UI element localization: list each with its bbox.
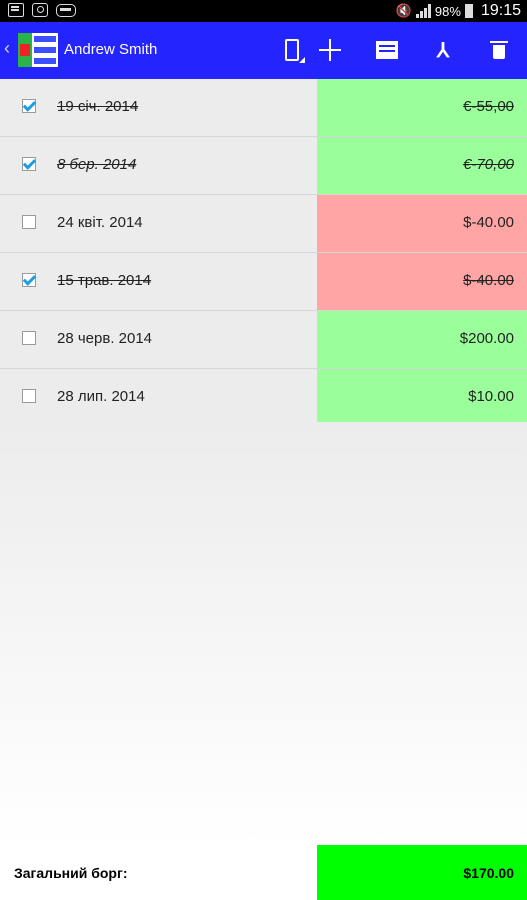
paid-checkbox[interactable] (22, 389, 36, 403)
camera-icon (32, 3, 48, 17)
amount-cell: $10.00 (317, 369, 527, 426)
phone-button[interactable] (272, 30, 312, 70)
amount-cell: $-40.00 (317, 253, 527, 310)
clock: 19:15 (480, 2, 521, 19)
add-button[interactable] (310, 30, 350, 70)
amount-cell: €-55,00 (317, 79, 527, 136)
amount-cell: $-40.00 (317, 195, 527, 252)
status-bar: 🔇 98% 19:15 (0, 0, 527, 22)
card-button[interactable] (367, 30, 407, 70)
paid-checkbox[interactable] (22, 331, 36, 345)
paid-checkbox[interactable] (22, 99, 36, 113)
item-amount: $10.00 (468, 388, 514, 405)
amount-cell: €-70,00 (317, 137, 527, 194)
notification-icons (8, 3, 76, 17)
system-icons: 🔇 98% 19:15 (396, 0, 521, 22)
action-bar: ‹ Andrew Smith ⅄ (0, 22, 527, 79)
delete-button[interactable] (479, 30, 519, 70)
storage-icon (56, 3, 76, 17)
debt-list: 19 січ. 2014 €-55,00 8 бер. 2014 €-70,00 24 … (0, 79, 527, 427)
note-icon (8, 3, 24, 17)
trash-icon (490, 41, 508, 59)
phone-icon (285, 39, 305, 63)
list-item[interactable]: 8 бер. 2014 €-70,00 (0, 137, 527, 195)
battery-icon (464, 4, 473, 18)
total-box: $170.00 (317, 845, 527, 900)
contact-name[interactable]: Andrew Smith (64, 41, 157, 58)
item-date: 15 трав. 2014 (57, 272, 152, 289)
list-item-left: 19 січ. 2014 (0, 79, 317, 136)
split-button[interactable]: ⅄ (423, 30, 463, 70)
item-date: 28 черв. 2014 (57, 330, 153, 347)
list-item-left: 28 черв. 2014 (0, 311, 317, 368)
item-amount: $-40.00 (463, 272, 514, 289)
list-item[interactable]: 24 квіт. 2014 $-40.00 (0, 195, 527, 253)
total-footer: Загальний борг: $170.00 (0, 845, 527, 900)
paid-checkbox[interactable] (22, 157, 36, 171)
empty-area (0, 422, 527, 845)
list-item[interactable]: 28 лип. 2014 $10.00 (0, 369, 527, 427)
item-date: 28 лип. 2014 (57, 388, 145, 405)
item-date: 19 січ. 2014 (57, 98, 139, 115)
amount-cell: $200.00 (317, 311, 527, 368)
list-item[interactable]: 28 черв. 2014 $200.00 (0, 311, 527, 369)
item-amount: $200.00 (459, 330, 514, 347)
add-icon (319, 39, 341, 61)
item-amount: €-55,00 (463, 98, 514, 115)
item-date: 24 квіт. 2014 (57, 214, 143, 231)
list-item-left: 24 квіт. 2014 (0, 195, 317, 252)
total-label: Загальний борг: (14, 865, 128, 881)
item-date: 8 бер. 2014 (57, 156, 137, 173)
signal-icon (415, 4, 431, 18)
paid-checkbox[interactable] (22, 215, 36, 229)
app-logo-icon[interactable] (18, 33, 58, 67)
item-amount: $-40.00 (463, 214, 514, 231)
mute-icon: 🔇 (395, 3, 412, 18)
list-item-left: 28 лип. 2014 (0, 369, 317, 426)
paid-checkbox[interactable] (22, 273, 36, 287)
back-icon[interactable]: ‹ (4, 38, 10, 59)
list-item-left: 8 бер. 2014 (0, 137, 317, 194)
total-amount: $170.00 (463, 865, 514, 881)
split-icon: ⅄ (436, 39, 450, 62)
item-amount: €-70,00 (463, 156, 514, 173)
list-item[interactable]: 19 січ. 2014 €-55,00 (0, 79, 527, 137)
list-item-left: 15 трав. 2014 (0, 253, 317, 310)
card-icon (376, 41, 398, 59)
list-item[interactable]: 15 трав. 2014 $-40.00 (0, 253, 527, 311)
battery-text: 98% (434, 3, 461, 19)
